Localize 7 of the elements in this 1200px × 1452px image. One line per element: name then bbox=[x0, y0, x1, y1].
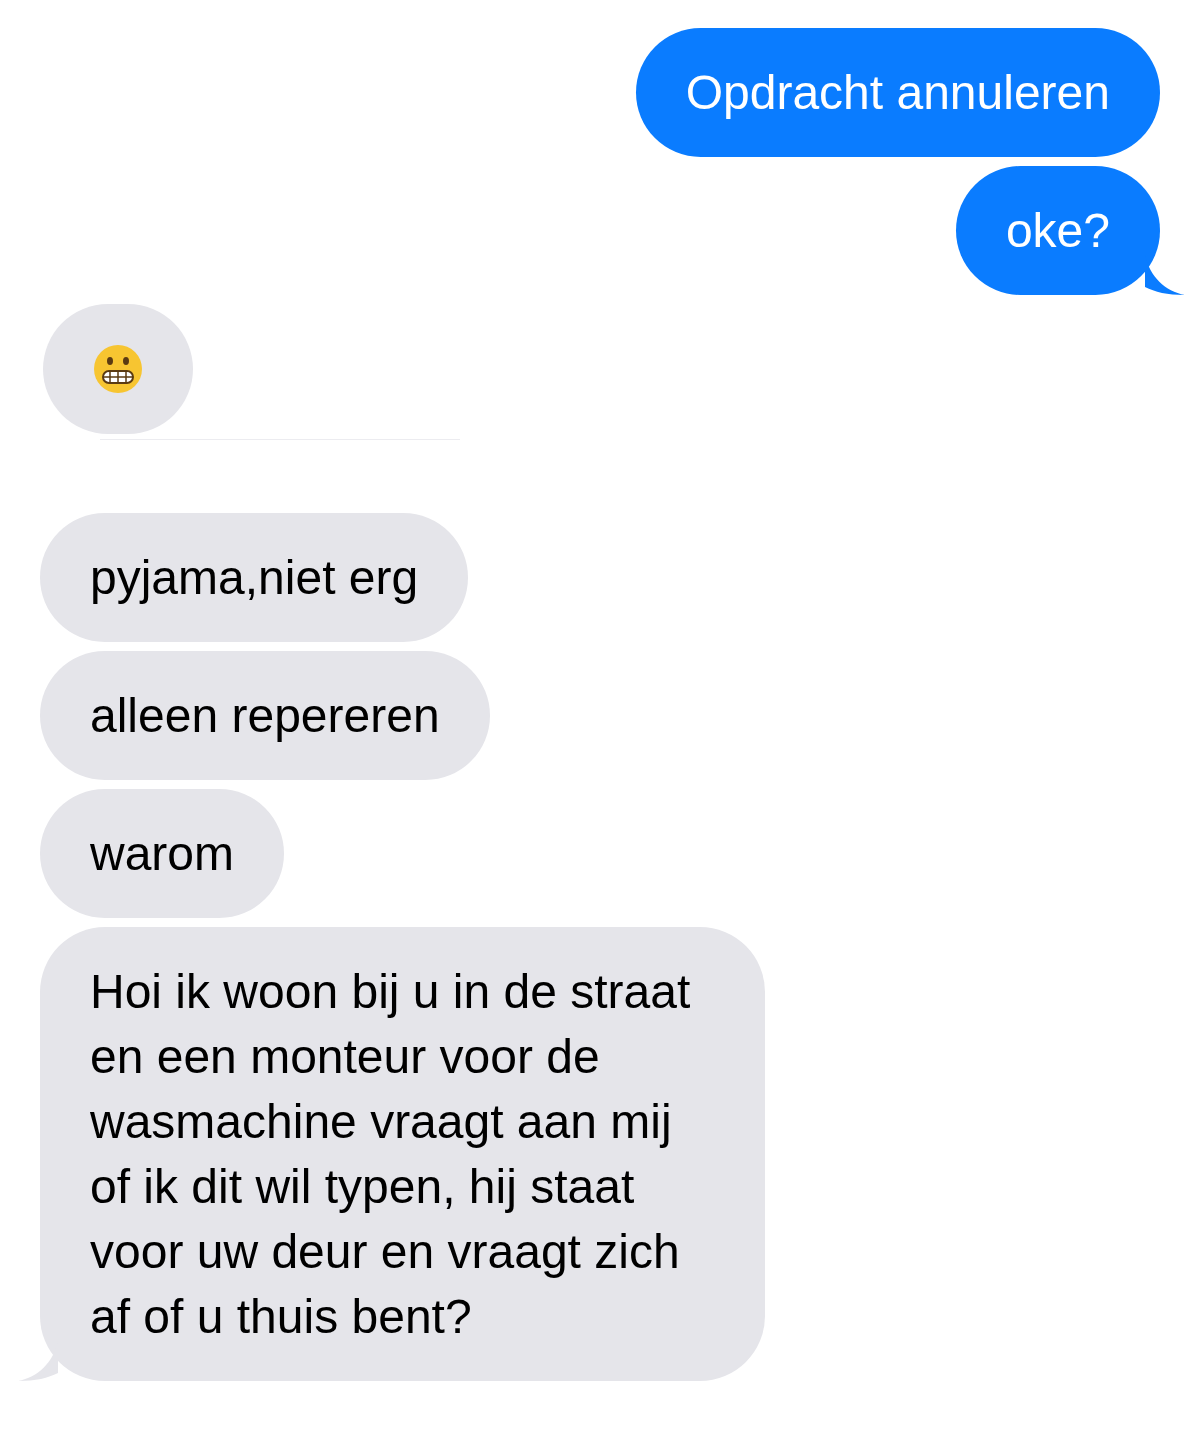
grimacing-face-icon bbox=[93, 344, 143, 394]
received-message: Hoi ik woon bij u in de straat en een monteur voor de wasmachine vraagt aan mij of ik dit wil typen, hij staat voor uw deur en vraagt zich af of u thuis bent? bbox=[40, 927, 765, 1381]
received-message: alleen repereren bbox=[40, 651, 490, 780]
received-message: pyjama,niet erg bbox=[40, 513, 469, 642]
sent-message: oke? bbox=[955, 166, 1160, 295]
sent-message: Opdracht annuleren bbox=[635, 28, 1160, 157]
received-message: warom bbox=[40, 789, 285, 918]
